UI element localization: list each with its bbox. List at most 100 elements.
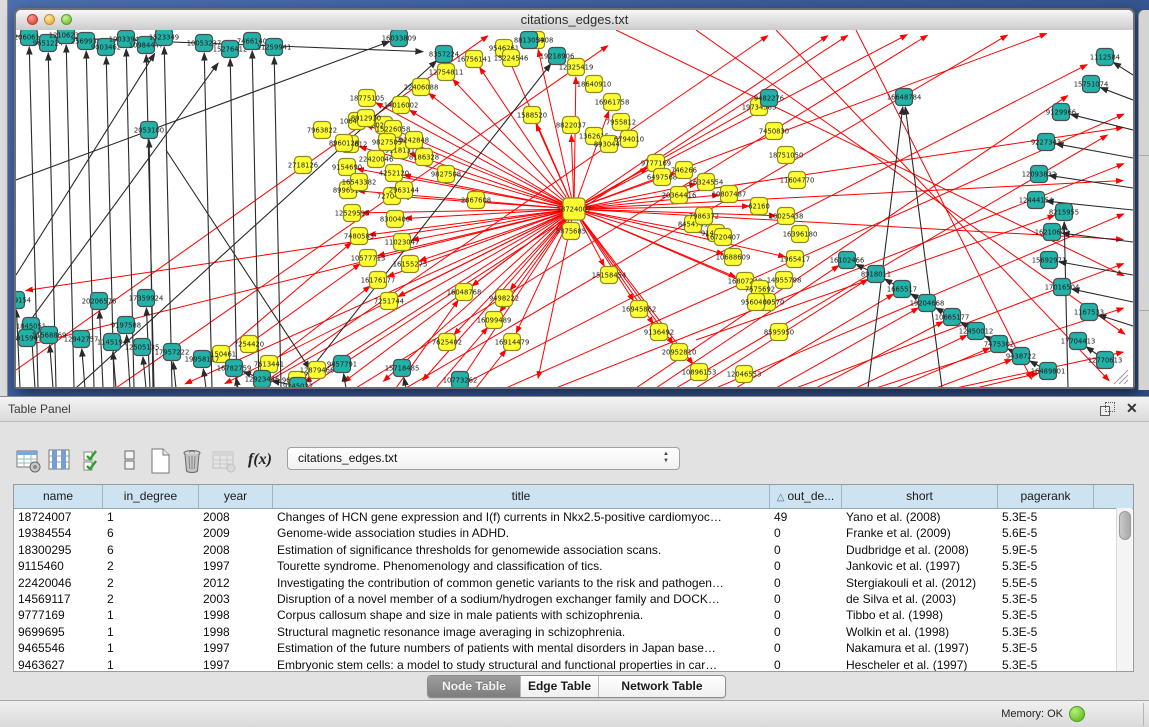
table-selector-dropdown[interactable]: citations_edges.txt ▲▼: [287, 447, 680, 470]
resize-grip-icon[interactable]: [1119, 375, 1128, 384]
network-node[interactable]: 20364416: [662, 187, 697, 204]
network-edge[interactable]: [1049, 175, 1133, 188]
network-edge[interactable]: [164, 47, 172, 387]
network-edge[interactable]: [976, 373, 1038, 387]
network-node[interactable]: 9129966: [1046, 104, 1076, 121]
table-row[interactable]: 1830029562008Estimation of significance …: [14, 542, 1133, 558]
network-window-titlebar[interactable]: citations_edges.txt: [16, 10, 1133, 31]
table-row[interactable]: 911546021997Tourette syndrome. Phenomeno…: [14, 558, 1133, 574]
column-header-short[interactable]: short: [842, 485, 998, 508]
tab-edge-table[interactable]: Edge Table: [521, 676, 599, 697]
table-row[interactable]: 1872400712008Changes of HCN gene express…: [14, 509, 1133, 525]
network-node[interactable]: 15692971: [1032, 252, 1067, 269]
tab-node-table[interactable]: Node Table: [428, 676, 521, 697]
network-node[interactable]: 7625402: [432, 334, 462, 351]
network-edge[interactable]: [16, 53, 155, 275]
network-edge[interactable]: [1071, 114, 1133, 130]
network-node[interactable]: 2867608: [461, 192, 491, 209]
network-node[interactable]: 8595950: [764, 324, 794, 341]
network-node[interactable]: 17359924: [129, 290, 164, 307]
network-edge[interactable]: [404, 378, 406, 387]
table-row[interactable]: 946554611997Estimation of the future num…: [14, 640, 1133, 656]
vertical-scrollbar[interactable]: [1116, 508, 1132, 671]
delete-column-icon[interactable]: [180, 448, 206, 474]
network-node[interactable]: 20206576: [82, 293, 117, 310]
network-edge[interactable]: [1062, 233, 1133, 242]
network-node[interactable]: 16396180: [783, 226, 818, 243]
network-node[interactable]: 10577713: [351, 250, 386, 267]
network-edge[interactable]: [1113, 62, 1133, 75]
column-visibility-icon[interactable]: [48, 448, 74, 474]
network-node[interactable]: 1112584: [1090, 49, 1120, 66]
network-node[interactable]: 2053100: [134, 122, 164, 139]
row-height-icon[interactable]: [118, 448, 144, 474]
network-edge[interactable]: [776, 308, 918, 387]
network-edge[interactable]: [574, 77, 576, 209]
network-edge[interactable]: [1099, 315, 1133, 326]
network-edge[interactable]: [16, 41, 390, 180]
column-header-title[interactable]: title: [273, 485, 770, 508]
table-row[interactable]: 977716911998Corpus callosum shape and si…: [14, 607, 1133, 623]
network-node[interactable]: 9339154: [16, 292, 31, 309]
network-node[interactable]: 16033809: [382, 30, 417, 47]
import-table-icon[interactable]: [212, 448, 238, 474]
network-node[interactable]: 16945862: [622, 301, 657, 318]
column-header-in_degree[interactable]: in_degree: [103, 485, 199, 508]
network-node[interactable]: 16176177: [361, 272, 396, 289]
table-row[interactable]: 1938455462009Genome-wide association stu…: [14, 525, 1133, 541]
network-node[interactable]: 15751074: [1074, 76, 1109, 93]
network-node[interactable]: 7955812: [606, 114, 636, 131]
network-edge[interactable]: [1064, 222, 1068, 387]
network-edge[interactable]: [166, 150, 310, 369]
network-edge[interactable]: [50, 345, 53, 387]
network-node[interactable]: 1167533: [1074, 304, 1104, 321]
close-panel-icon[interactable]: ✕: [1126, 400, 1138, 417]
network-edge[interactable]: [203, 369, 206, 387]
table-row[interactable]: 2242004622012Investigating the contribut…: [14, 575, 1133, 591]
network-node[interactable]: 16961758: [595, 94, 630, 111]
function-builder-icon[interactable]: f(x): [248, 448, 274, 474]
network-edge[interactable]: [173, 362, 176, 387]
scrollbar-thumb[interactable]: [1119, 511, 1131, 540]
network-node[interactable]: 12529595: [335, 205, 370, 222]
network-edge[interactable]: [143, 357, 146, 387]
network-node[interactable]: 16489801: [1031, 363, 1066, 380]
network-node[interactable]: 62160: [748, 198, 770, 215]
table-row[interactable]: 1456911722003Disruption of a novel membe…: [14, 591, 1133, 607]
network-edge[interactable]: [99, 311, 103, 387]
table-options-icon[interactable]: [16, 448, 42, 474]
network-edge[interactable]: [274, 57, 281, 387]
memory-ok-indicator[interactable]: [1069, 706, 1085, 722]
network-node[interactable]: 20952810: [662, 344, 697, 361]
network-node[interactable]: 16914479: [495, 334, 530, 351]
network-node[interactable]: 14016002: [384, 97, 419, 114]
network-node[interactable]: 10688609: [716, 249, 751, 266]
row-selection-icon[interactable]: [82, 448, 108, 474]
column-header-out_degree[interactable]: △out_de...: [770, 485, 842, 508]
tab-network-table[interactable]: Network Table: [599, 676, 725, 697]
network-edge[interactable]: [230, 59, 237, 387]
network-canvas[interactable]: 1872400718775105106491831616461291546908…: [16, 30, 1133, 387]
network-node[interactable]: 1588520: [517, 107, 547, 124]
network-edge[interactable]: [1100, 88, 1133, 100]
network-node[interactable]: 16756141: [457, 51, 492, 68]
network-node[interactable]: 9136492: [644, 324, 674, 341]
network-node[interactable]: 9827508: [431, 166, 461, 183]
network-node[interactable]: 12754811: [429, 64, 464, 81]
network-node[interactable]: 9197588: [111, 317, 141, 334]
table-row[interactable]: 969969511998Structural magnetic resonanc…: [14, 624, 1133, 640]
network-edge[interactable]: [265, 209, 574, 383]
network-edge[interactable]: [896, 348, 990, 387]
network-edge[interactable]: [1072, 289, 1133, 302]
new-column-icon[interactable]: [148, 448, 174, 474]
network-edge[interactable]: [476, 350, 506, 387]
network-edge[interactable]: [204, 53, 212, 387]
network-edge[interactable]: [936, 360, 1012, 387]
network-edge[interactable]: [1056, 144, 1133, 158]
network-edge[interactable]: [856, 335, 967, 387]
network-edge[interactable]: [905, 107, 942, 387]
network-node[interactable]: 18640910: [577, 76, 612, 93]
column-header-name[interactable]: name: [14, 485, 103, 508]
network-edge[interactable]: [856, 30, 1032, 379]
network-node[interactable]: 10025438: [769, 208, 804, 225]
